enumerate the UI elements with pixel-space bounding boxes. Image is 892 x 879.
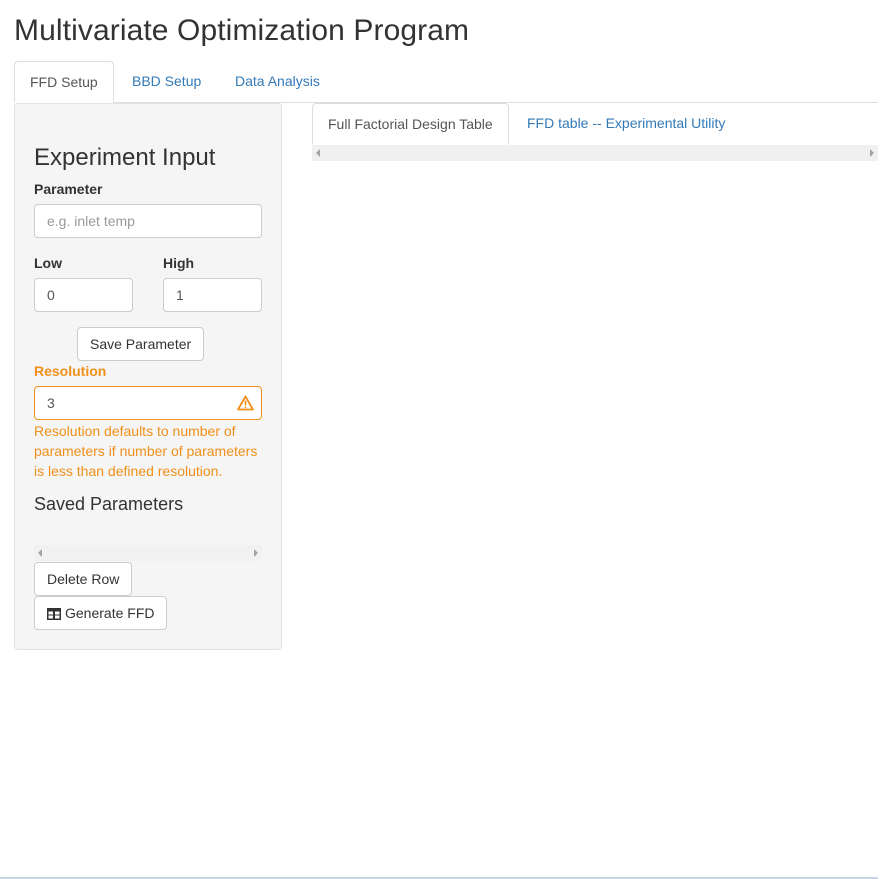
saved-parameters-scrollbar[interactable] (34, 545, 262, 561)
scroll-left-icon[interactable] (316, 149, 320, 157)
resolution-value: 3 (47, 395, 55, 411)
generate-ffd-button[interactable]: Generate FFD (34, 596, 168, 630)
parameter-label: Parameter (34, 181, 103, 197)
generate-ffd-label: Generate FFD (65, 605, 155, 621)
resolution-help-text: Resolution defaults to number of paramet… (34, 423, 258, 479)
low-label: Low (34, 255, 62, 271)
tab-ffd-experimental-utility[interactable]: FFD table -- Experimental Utility (512, 103, 740, 144)
top-tab-bar: FFD Setup BBD Setup Data Analysis (14, 61, 878, 103)
scroll-right-icon[interactable] (870, 149, 874, 157)
design-table-scrollbar[interactable] (312, 145, 878, 161)
main-tab-bar: Full Factorial Design Table FFD table --… (312, 103, 878, 145)
tab-full-factorial-design-table[interactable]: Full Factorial Design Table (312, 103, 509, 145)
saved-parameters-heading: Saved Parameters (34, 494, 184, 514)
table-icon (47, 608, 61, 620)
scroll-right-icon[interactable] (254, 549, 258, 557)
delete-row-button[interactable]: Delete Row (34, 562, 133, 596)
experiment-input-panel: Experiment Input Parameter e.g. inlet te… (14, 103, 282, 650)
save-parameter-button[interactable]: Save Parameter (77, 327, 205, 361)
tab-data-analysis[interactable]: Data Analysis (220, 61, 335, 102)
warning-icon (237, 395, 254, 411)
resolution-label: Resolution (34, 363, 107, 379)
high-label: High (163, 255, 195, 271)
experiment-input-heading: Experiment Input (34, 144, 216, 171)
resolution-input[interactable]: 3 (34, 386, 262, 420)
scroll-left-icon[interactable] (38, 549, 42, 557)
tab-bbd-setup[interactable]: BBD Setup (117, 61, 216, 102)
high-input[interactable]: 1 (163, 278, 262, 312)
parameter-input[interactable]: e.g. inlet temp (34, 204, 262, 238)
page-title: Multivariate Optimization Program (14, 14, 470, 47)
low-input[interactable]: 0 (34, 278, 133, 312)
tab-ffd-setup[interactable]: FFD Setup (14, 61, 114, 103)
